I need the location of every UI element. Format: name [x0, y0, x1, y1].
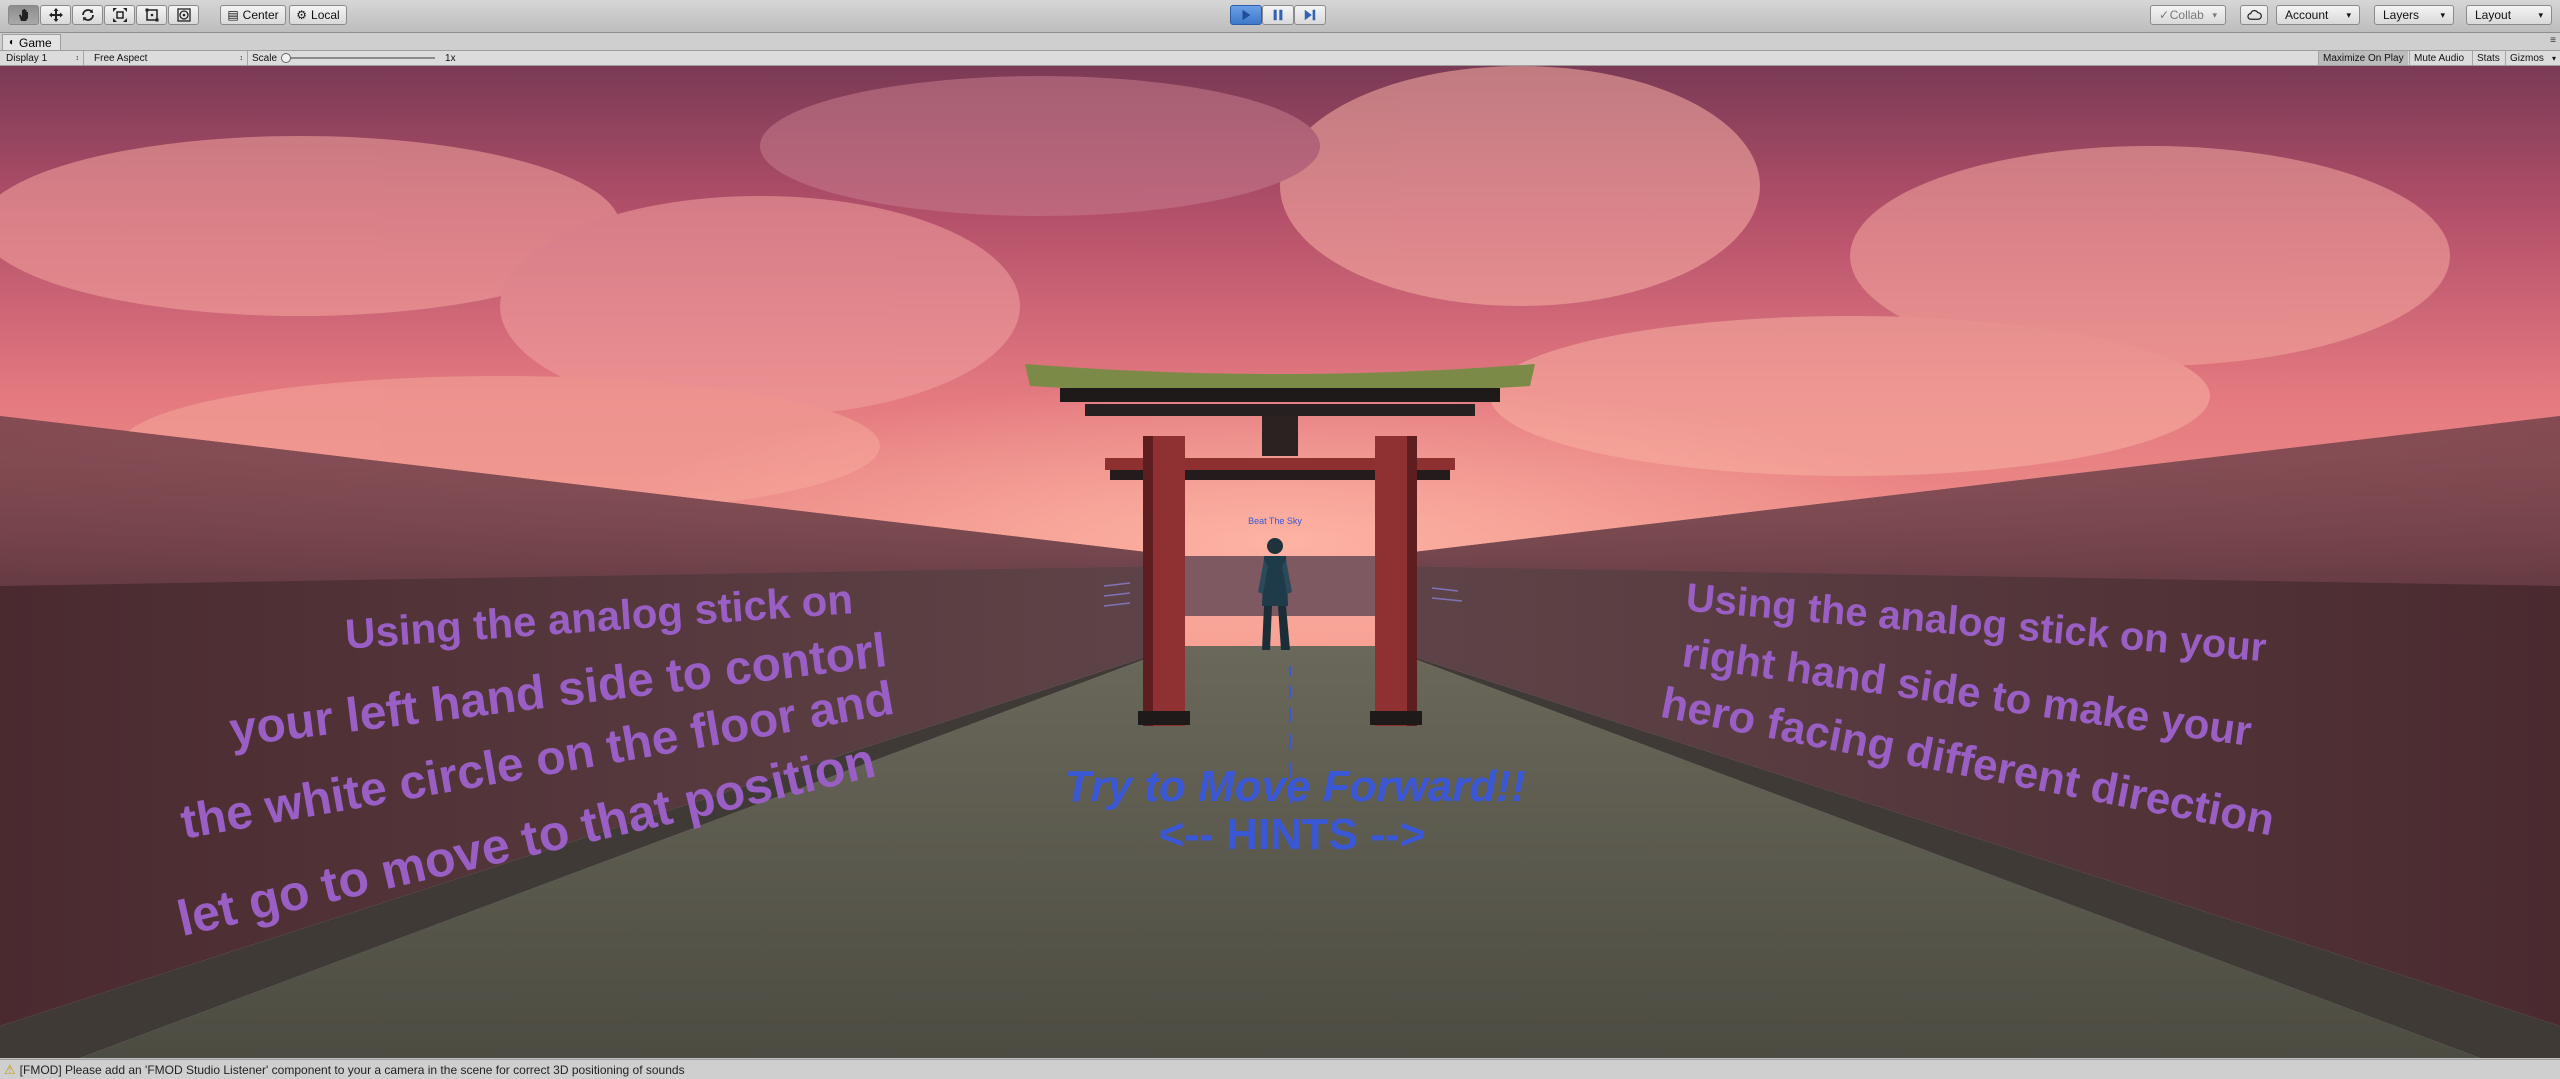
rect-tool-icon: [145, 8, 158, 22]
scale-value: 1x: [445, 52, 456, 64]
chevron-updown-icon: ↕: [75, 54, 80, 62]
maximize-label: Maximize On Play: [2323, 52, 2404, 64]
collab-dropdown[interactable]: ✓ Collab ▾: [2150, 5, 2226, 25]
warning-icon: ⚠: [4, 1061, 16, 1077]
move-icon: [48, 8, 63, 22]
pivot-local-label: Local: [311, 8, 340, 22]
pause-icon: [1273, 9, 1283, 21]
status-bar[interactable]: ⚠ [FMOD] Please add an 'FMOD Studio List…: [0, 1059, 2560, 1079]
rect-tool-button[interactable]: [136, 5, 167, 25]
layout-label: Layout: [2475, 8, 2512, 22]
maximize-on-play-toggle[interactable]: Maximize On Play: [2318, 51, 2408, 65]
gizmos-dropdown[interactable]: Gizmos ▾: [2505, 51, 2560, 65]
chevron-down-icon: ▾: [2551, 53, 2556, 63]
chevron-down-icon: ▾: [2346, 9, 2351, 20]
cloud-icon: [2246, 9, 2262, 20]
display-label: Display 1: [6, 52, 48, 64]
pivot-icon: ▤: [227, 8, 239, 22]
character-label: Beat The Sky: [1248, 516, 1302, 526]
aspect-dropdown[interactable]: Free Aspect ↕: [90, 51, 248, 65]
floor-line-1: Try to Move Forward!!: [1064, 762, 1525, 811]
stats-label: Stats: [2477, 52, 2500, 64]
scale-control: Scale 1x: [252, 51, 456, 65]
pause-button[interactable]: [1262, 5, 1294, 25]
pivot-local-button[interactable]: ⚙ Local: [289, 5, 347, 25]
step-icon: [1304, 9, 1316, 21]
scale-label: Scale: [252, 52, 278, 64]
transform-tool-button[interactable]: [168, 5, 199, 25]
game-controller-icon: ◐: [9, 37, 16, 48]
step-button[interactable]: [1294, 5, 1326, 25]
play-button[interactable]: [1230, 5, 1262, 25]
account-dropdown[interactable]: Account ▾: [2276, 5, 2360, 25]
pivot-center-button[interactable]: ▤ Center: [220, 5, 286, 25]
mute-label: Mute Audio: [2414, 52, 2465, 64]
rotate-icon: [81, 9, 94, 21]
cloud-button[interactable]: [2240, 5, 2268, 25]
stats-toggle[interactable]: Stats: [2472, 51, 2504, 65]
scale-slider-thumb[interactable]: [281, 53, 292, 63]
tab-game-label: Game: [19, 35, 52, 50]
account-label: Account: [2285, 8, 2329, 22]
layout-dropdown[interactable]: Layout ▾: [2466, 5, 2552, 25]
play-icon: [1242, 9, 1251, 21]
hand-icon: [18, 9, 28, 21]
collab-label: Collab: [2169, 8, 2204, 22]
tab-menu-icon[interactable]: ≡: [2550, 35, 2556, 46]
rotate-tool-button[interactable]: [72, 5, 103, 25]
transform-icon: [176, 8, 191, 22]
status-message: [FMOD] Please add an 'FMOD Studio Listen…: [19, 1062, 685, 1077]
local-icon: ⚙: [296, 8, 308, 22]
scale-slider[interactable]: [281, 53, 436, 63]
mute-audio-toggle[interactable]: Mute Audio: [2409, 51, 2468, 65]
chevron-down-icon: ▾: [2440, 9, 2445, 20]
scale-icon: [112, 8, 127, 22]
chevron-updown-icon: ↕: [239, 54, 244, 62]
display-dropdown[interactable]: Display 1 ↕: [2, 51, 84, 65]
main-toolbar: ▤ Center ⚙ Local ✓ Collab ▾ Account ▾ La…: [0, 0, 2560, 33]
scale-tool-button[interactable]: [104, 5, 135, 25]
floor-line-2: <-- HINTS -->: [1159, 810, 1425, 859]
game-view-toolbar: Display 1 ↕ Free Aspect ↕ Scale 1x Maxim…: [0, 51, 2560, 66]
chevron-down-icon: ▾: [2538, 9, 2543, 20]
layers-label: Layers: [2383, 8, 2420, 22]
layers-dropdown[interactable]: Layers ▾: [2374, 5, 2454, 25]
pivot-center-label: Center: [242, 8, 279, 22]
gizmos-label: Gizmos: [2510, 52, 2544, 64]
chevron-down-icon: ▾: [2212, 9, 2217, 20]
game-viewport[interactable]: Beat The Sky Using the analog stick on y…: [0, 66, 2560, 1058]
tab-bar: ◐ Game ≡: [0, 33, 2560, 51]
collab-check-icon: ✓: [2159, 8, 2170, 22]
aspect-label: Free Aspect: [94, 52, 148, 64]
hand-tool-button[interactable]: [8, 5, 39, 25]
tab-game[interactable]: ◐ Game: [2, 34, 61, 50]
move-tool-button[interactable]: [40, 5, 71, 25]
